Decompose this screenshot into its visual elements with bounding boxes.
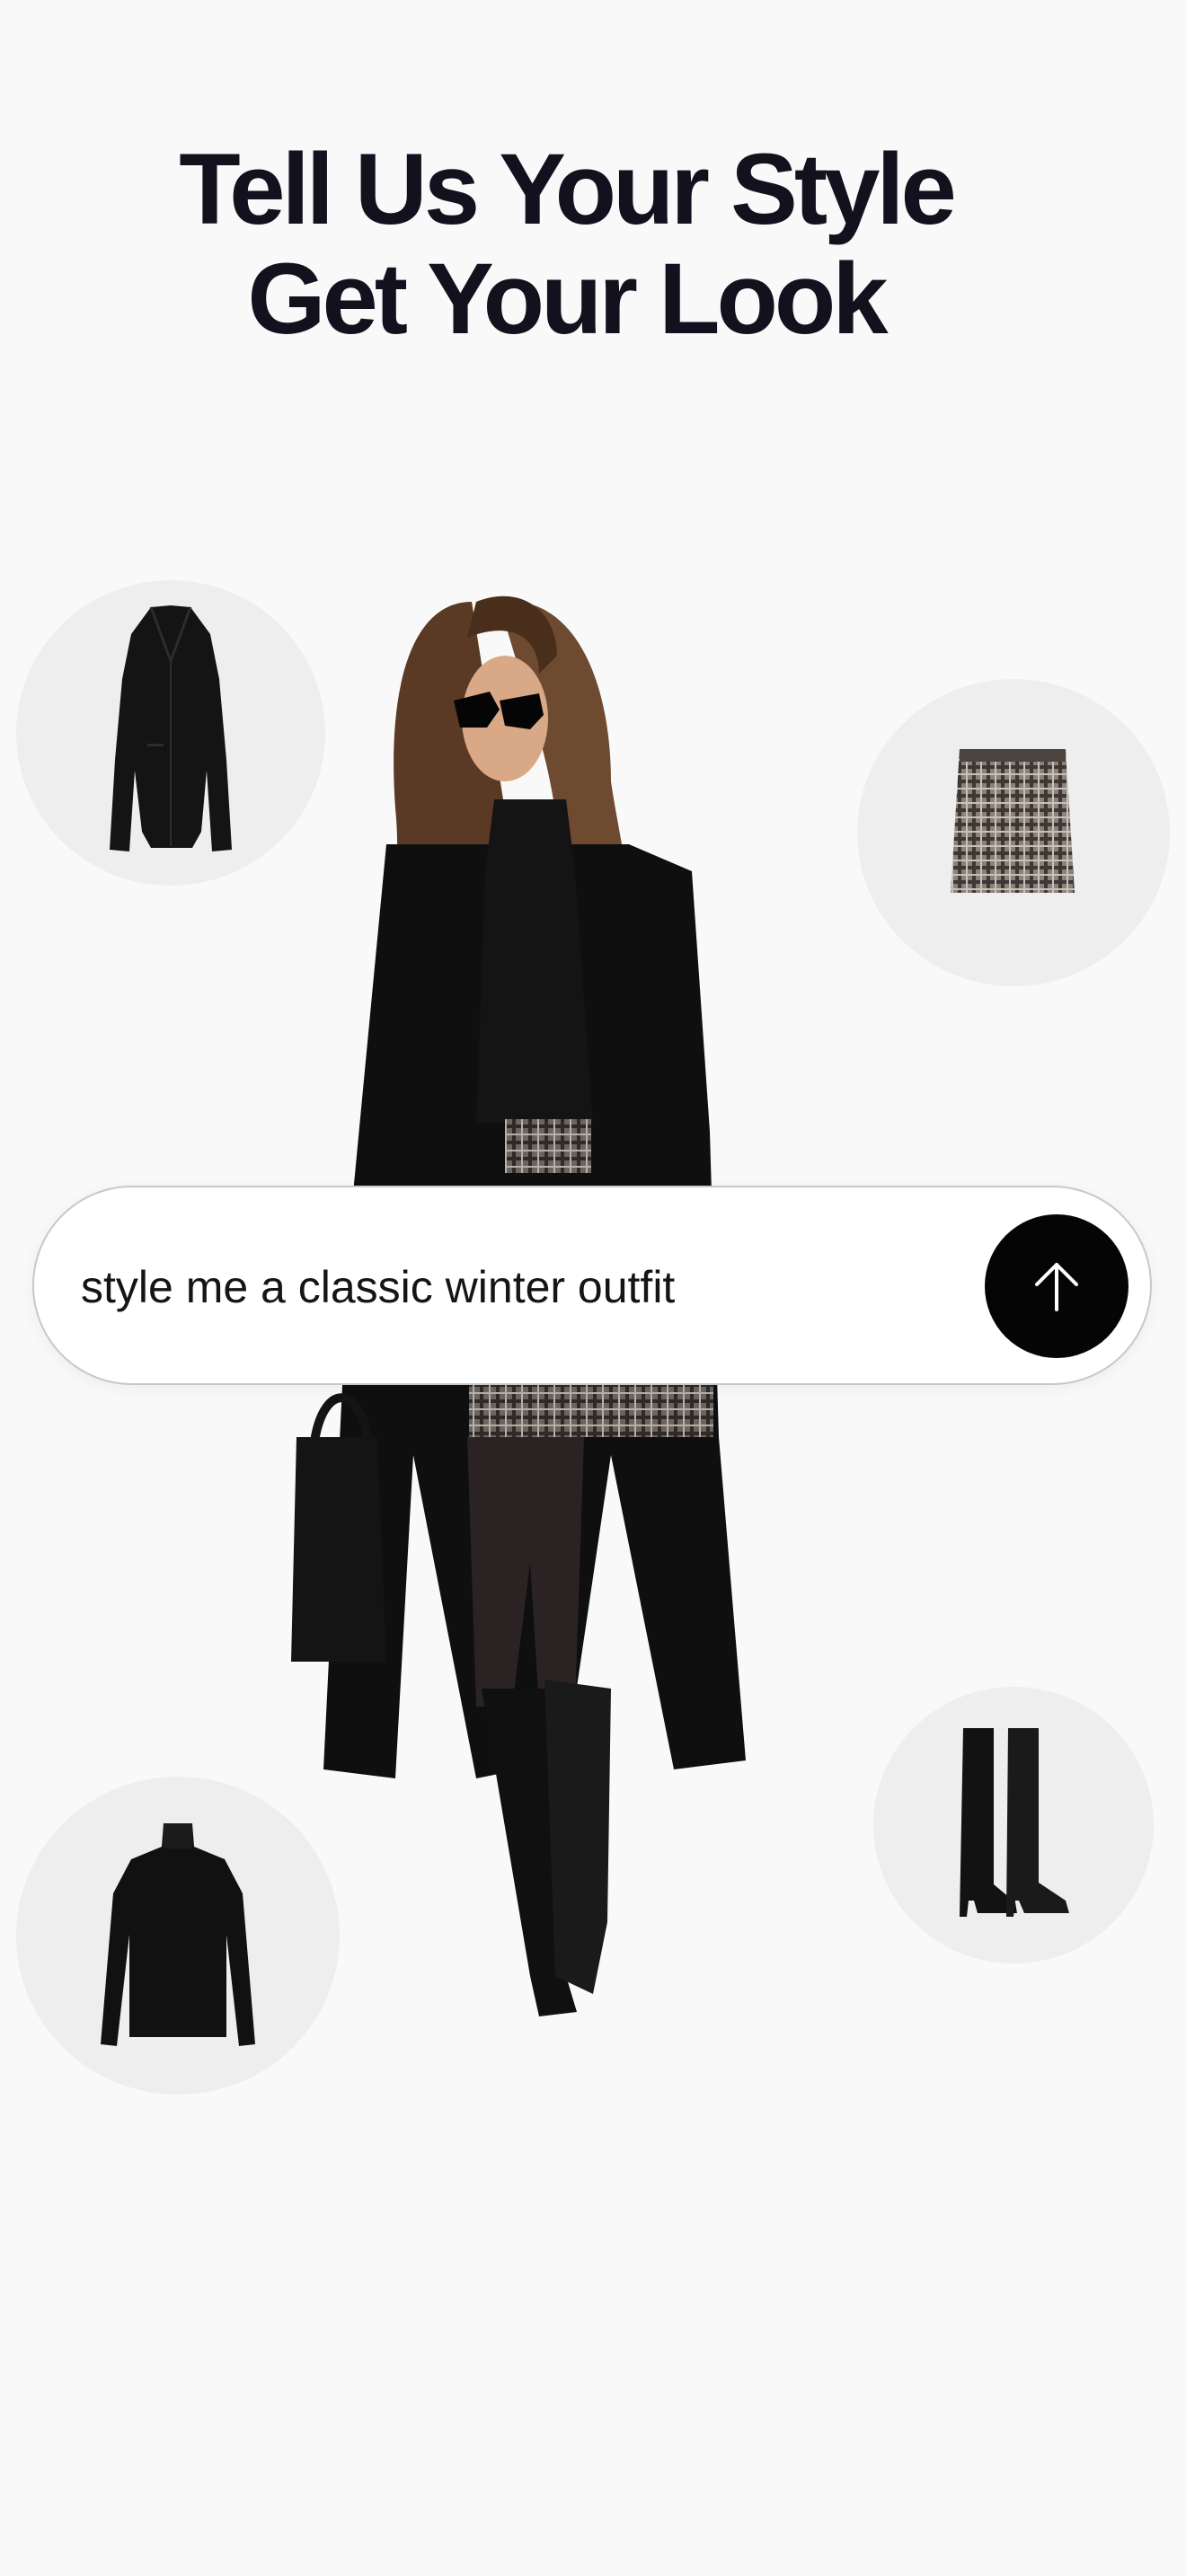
arrow-up-icon xyxy=(1035,1263,1078,1311)
style-prompt-input[interactable] xyxy=(81,1238,943,1337)
page-headline: Tell Us Your Style Get Your Look xyxy=(0,135,1132,354)
headline-line-2: Get Your Look xyxy=(247,243,888,355)
item-circle-skirt[interactable] xyxy=(857,679,1170,986)
item-circle-boots[interactable] xyxy=(873,1687,1154,1963)
plaid-skirt-icon xyxy=(951,749,1075,893)
style-prompt-bar xyxy=(32,1186,1152,1385)
boots-icon xyxy=(960,1728,1069,1917)
send-button[interactable] xyxy=(985,1214,1128,1358)
headline-line-1: Tell Us Your Style xyxy=(179,133,957,245)
